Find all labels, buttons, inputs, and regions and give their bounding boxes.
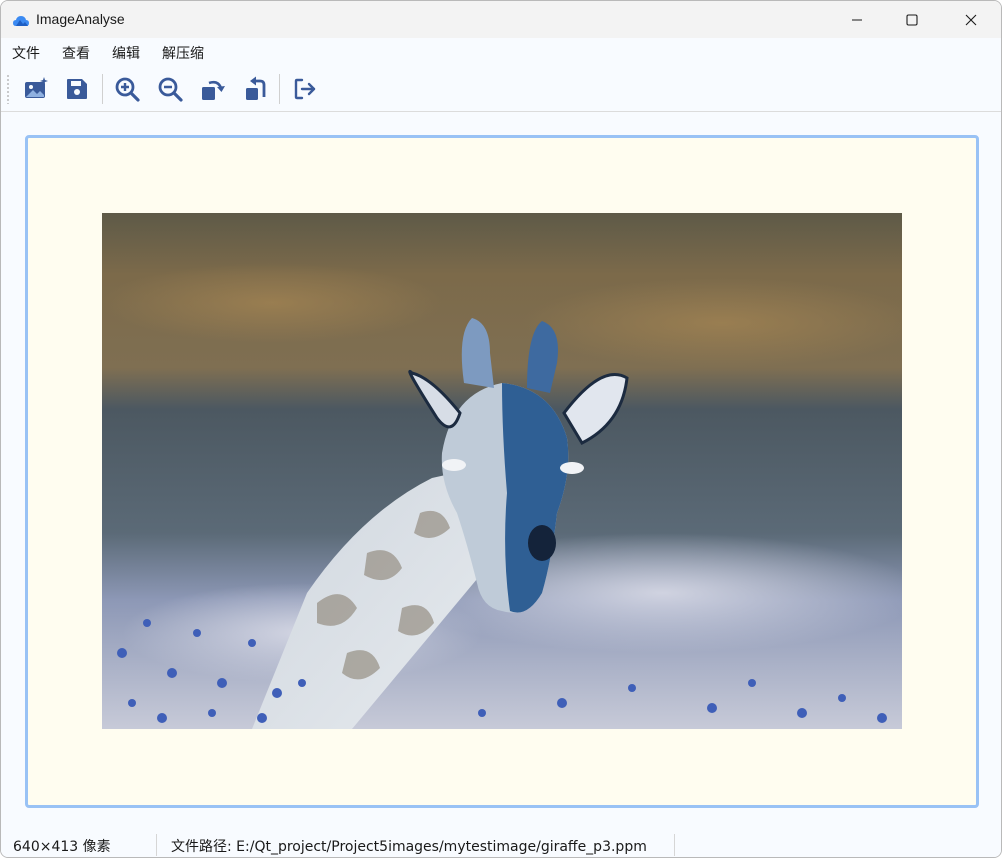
toolbar-grip[interactable] bbox=[7, 74, 9, 104]
main-content bbox=[1, 112, 1001, 829]
zoom-out-icon bbox=[158, 77, 183, 102]
image-frame bbox=[25, 135, 979, 808]
minimize-icon bbox=[852, 19, 862, 20]
menu-edit[interactable]: 编辑 bbox=[112, 43, 140, 63]
rotate-left-icon bbox=[246, 76, 266, 100]
menu-file[interactable]: 文件 bbox=[12, 43, 40, 63]
close-button[interactable] bbox=[942, 1, 1000, 38]
menu-decompress[interactable]: 解压缩 bbox=[162, 43, 204, 63]
rotate-right-button[interactable] bbox=[197, 73, 229, 105]
open-image-button[interactable] bbox=[20, 73, 52, 105]
window-title: ImageAnalyse bbox=[36, 11, 125, 27]
save-button[interactable] bbox=[61, 73, 93, 105]
minimize-button[interactable] bbox=[828, 1, 886, 38]
maximize-icon bbox=[906, 13, 918, 26]
title-bar[interactable]: ImageAnalyse bbox=[1, 1, 1001, 38]
giraffe-image bbox=[102, 213, 902, 729]
app-cloud-icon bbox=[13, 16, 29, 26]
save-icon bbox=[67, 79, 87, 99]
image-view[interactable] bbox=[102, 213, 902, 729]
toolbar-separator bbox=[102, 74, 103, 104]
exit-icon bbox=[294, 78, 316, 100]
rotate-left-button[interactable] bbox=[240, 73, 272, 105]
status-separator bbox=[674, 834, 675, 856]
exit-button[interactable] bbox=[289, 73, 321, 105]
toolbar-separator bbox=[279, 74, 280, 104]
app-window: ImageAnalyse 文件 查看 编辑 解压缩 640×413 像素 文件路… bbox=[0, 0, 1002, 858]
maximize-button[interactable] bbox=[883, 1, 941, 38]
status-bar: 640×413 像素 文件路径: E:/Qt_project/Project5i… bbox=[1, 830, 1001, 857]
close-icon bbox=[965, 14, 977, 25]
menu-view[interactable]: 查看 bbox=[62, 43, 90, 63]
file-path-label: 文件路径: E:/Qt_project/Project5images/mytes… bbox=[171, 839, 647, 855]
image-size-label: 640×413 像素 bbox=[13, 839, 111, 855]
zoom-in-button[interactable] bbox=[111, 73, 143, 105]
rotate-right-icon bbox=[202, 80, 225, 100]
zoom-in-icon bbox=[115, 77, 140, 102]
open-image-icon bbox=[25, 77, 48, 98]
toolbar bbox=[1, 66, 1001, 112]
menu-bar: 文件 查看 编辑 解压缩 bbox=[1, 38, 1001, 66]
status-separator bbox=[156, 834, 157, 856]
zoom-out-button[interactable] bbox=[154, 73, 186, 105]
